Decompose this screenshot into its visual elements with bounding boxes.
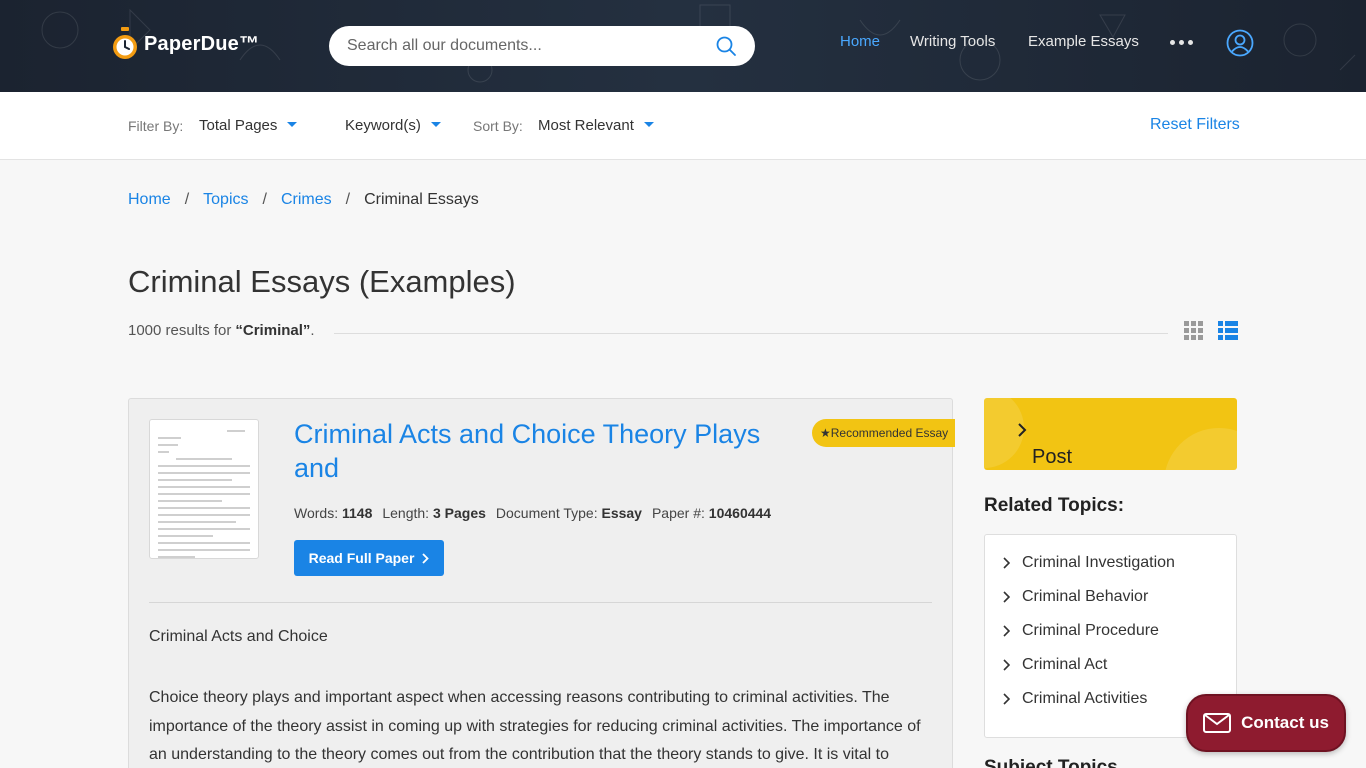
meta-paper-number: Paper #: 10460444 [651, 505, 772, 521]
recommended-badge: ★Recommended Essay [812, 419, 955, 447]
grid-view-icon[interactable] [1184, 321, 1203, 340]
chevron-down-icon [430, 122, 441, 127]
meta-words: Words: 1148 [294, 505, 373, 521]
total-pages-dropdown[interactable]: Total Pages [199, 117, 298, 134]
excerpt-heading: Criminal Acts and Choice [149, 628, 328, 645]
meta-document-type: Document Type: Essay [495, 505, 642, 521]
post-homework-help-button[interactable]: Post Homework Help [984, 398, 1237, 470]
card-divider [149, 602, 932, 603]
sort-dropdown[interactable]: Most Relevant [538, 117, 654, 134]
contact-us-label: Contact us [1241, 713, 1329, 732]
filter-bar: Filter By: Total Pages Keyword(s) Sort B… [0, 92, 1366, 160]
nav-writing-tools[interactable]: Writing Tools [910, 33, 995, 50]
search-bar [329, 26, 755, 66]
breadcrumb: Home / Topics / Crimes / Criminal Essays [128, 191, 479, 209]
keywords-dropdown[interactable]: Keyword(s) [345, 117, 441, 134]
breadcrumb-separator: / [184, 191, 190, 208]
essay-card: Criminal Acts and Choice Theory Plays an… [128, 398, 955, 768]
site-logo[interactable]: PaperDue™ [112, 27, 259, 61]
sort-value: Most Relevant [538, 117, 634, 134]
essay-title-link[interactable]: Criminal Acts and Choice Theory Plays an… [294, 417, 794, 485]
chevron-right-icon [1003, 591, 1010, 603]
results-query: “Criminal” [235, 322, 311, 339]
results-count: 1000 results for “Criminal” . [128, 322, 315, 339]
nav-example-essays[interactable]: Example Essays [1028, 33, 1139, 50]
breadcrumb-home[interactable]: Home [128, 191, 171, 209]
related-topic-link[interactable]: Criminal Behavior [1003, 588, 1148, 606]
related-topics-title: Related Topics: [984, 495, 1125, 516]
breadcrumb-topics[interactable]: Topics [203, 191, 248, 209]
nav-home[interactable]: Home [840, 33, 880, 50]
contact-us-button[interactable]: Contact us [1186, 694, 1346, 752]
page-title: Criminal Essays (Examples) [128, 264, 516, 299]
related-topic-link[interactable]: Criminal Act [1003, 656, 1107, 674]
essay-meta: Words: 1148 Length: 3 Pages Document Typ… [294, 505, 771, 521]
total-pages-label: Total Pages [199, 117, 278, 134]
search-input[interactable] [347, 37, 707, 55]
logo-text: PaperDue™ [144, 32, 260, 55]
chevron-right-icon [1018, 423, 1027, 437]
chevron-right-icon [1003, 693, 1010, 705]
more-dots-icon[interactable] [1170, 40, 1193, 45]
user-icon[interactable] [1226, 29, 1254, 57]
site-header: PaperDue™ Home Writing Tools Example Ess… [0, 0, 1366, 92]
search-icon[interactable] [715, 35, 737, 57]
meta-length: Length: 3 Pages [382, 505, 486, 521]
post-homework-help-label: Post Homework Help [1032, 446, 1128, 470]
essay-excerpt: Choice theory plays and important aspect… [149, 689, 921, 763]
results-prefix: 1000 results for [128, 322, 232, 339]
related-topic-link[interactable]: Criminal Procedure [1003, 622, 1159, 640]
read-full-paper-label: Read Full Paper [308, 550, 415, 566]
stopwatch-logo-icon [113, 27, 137, 59]
chevron-right-icon [1003, 659, 1010, 671]
results-divider [334, 333, 1168, 334]
breadcrumb-separator: / [262, 191, 267, 208]
reset-filters-link[interactable]: Reset Filters [1150, 116, 1240, 134]
list-view-icon[interactable] [1218, 321, 1238, 340]
read-full-paper-button[interactable]: Read Full Paper [294, 540, 444, 576]
envelope-icon [1203, 713, 1232, 733]
breadcrumb-crimes[interactable]: Crimes [281, 191, 332, 209]
chevron-down-icon [287, 122, 298, 127]
chevron-right-icon [422, 552, 430, 564]
related-topic-link[interactable]: Criminal Investigation [1003, 554, 1175, 572]
chevron-right-icon [1003, 557, 1010, 569]
paper-thumbnail[interactable] [149, 419, 259, 559]
breadcrumb-separator: / [345, 191, 351, 208]
keywords-label: Keyword(s) [345, 117, 421, 134]
related-topic-link[interactable]: Criminal Activities [1003, 690, 1147, 708]
filter-by-label: Filter By: [128, 118, 184, 134]
sort-by-label: Sort By: [473, 118, 523, 134]
breadcrumb-current: Criminal Essays [364, 191, 479, 208]
chevron-right-icon [1003, 625, 1010, 637]
results-suffix: . [310, 322, 315, 339]
chevron-down-icon [643, 122, 654, 127]
subject-topics-title: Subject Topics [984, 757, 1118, 768]
